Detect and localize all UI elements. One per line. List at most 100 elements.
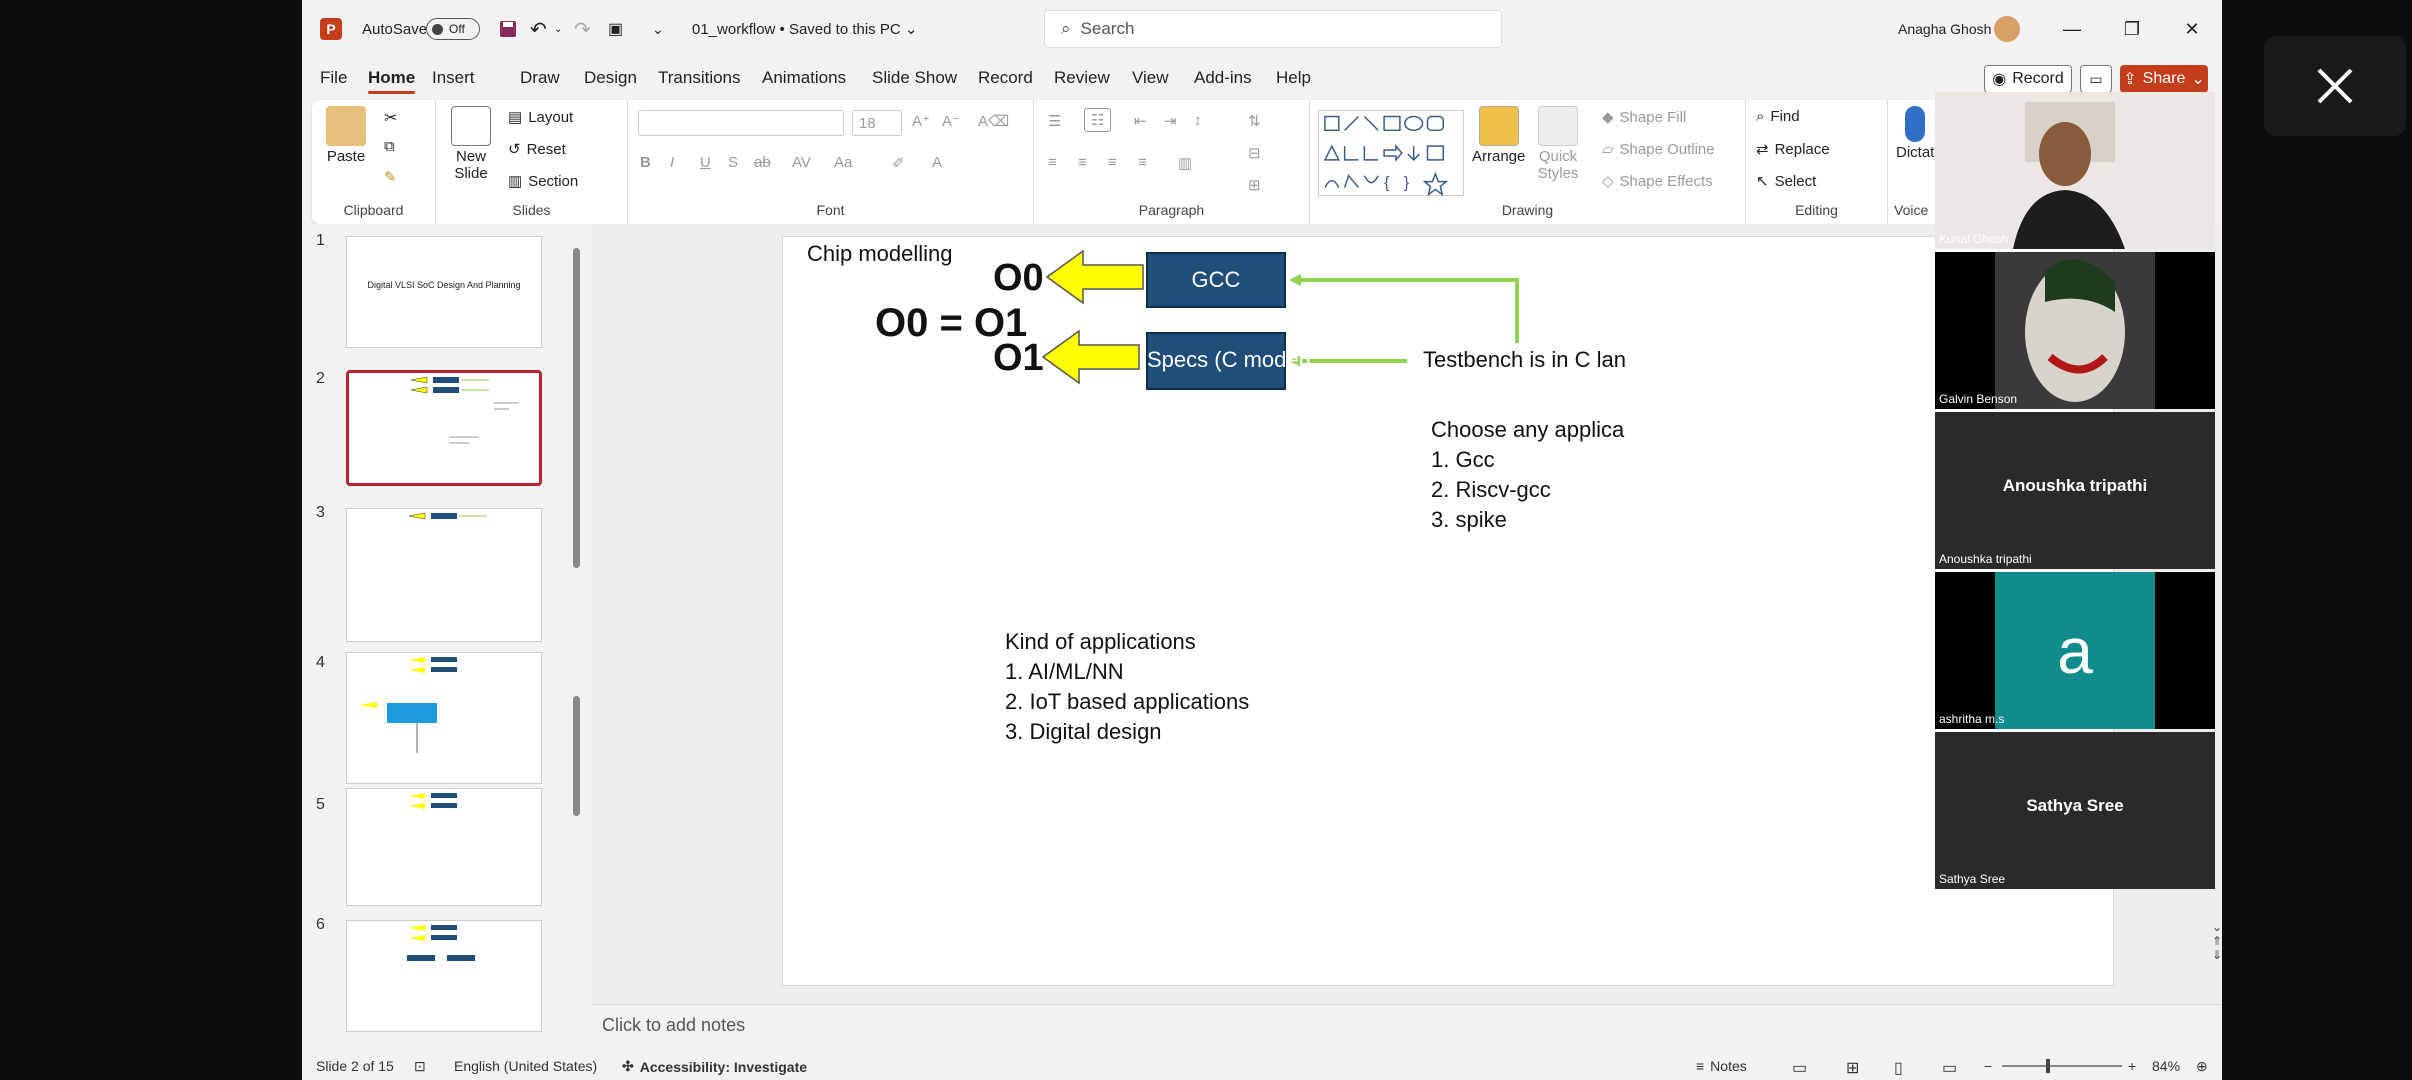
file-title[interactable]: 01_workflow • Saved to this PC ⌄ xyxy=(692,0,917,58)
reset-button[interactable]: ↺ Reset xyxy=(508,140,566,159)
text-direction-icon[interactable]: ⇅ xyxy=(1248,112,1261,130)
tab-view[interactable]: View xyxy=(1132,68,1169,88)
dictate-button[interactable]: Dictat xyxy=(1896,106,1934,161)
increase-indent-icon[interactable]: ⇥ xyxy=(1164,112,1177,130)
user-name[interactable]: Anagha Ghosh xyxy=(1898,0,1991,58)
shapes-gallery[interactable]: {} xyxy=(1318,110,1464,196)
tab-review[interactable]: Review xyxy=(1054,68,1110,88)
kind-item[interactable]: 2. IoT based applications xyxy=(1005,689,1249,715)
specs-box-label[interactable]: Specs (C model) xyxy=(1147,347,1311,373)
search-input[interactable]: ⌕ Search xyxy=(1044,10,1502,48)
tab-draw[interactable]: Draw xyxy=(520,68,560,88)
scroll-up-icon[interactable]: ⇑ xyxy=(2212,934,2226,948)
underline-icon[interactable]: U xyxy=(700,154,711,171)
font-size-field[interactable]: 18 xyxy=(852,110,902,136)
tab-add-ins[interactable]: Add-ins xyxy=(1194,68,1252,88)
zoom-slider-handle[interactable] xyxy=(2046,1059,2050,1073)
spelling-check-icon[interactable]: ⊡ xyxy=(414,1058,426,1075)
slideshow-view-icon[interactable]: ▭ xyxy=(1942,1058,1957,1078)
notes-pane[interactable]: Click to add notes xyxy=(592,1004,2222,1044)
clear-format-icon[interactable]: A⌫ xyxy=(978,112,1009,130)
customize-toolbar-icon[interactable]: ⌄ xyxy=(652,0,664,58)
smartart-icon[interactable]: ⊞ xyxy=(1248,176,1261,194)
new-slide-button[interactable]: New Slide xyxy=(448,106,494,182)
close-overlay-button[interactable] xyxy=(2264,36,2406,136)
columns-icon[interactable]: ▥ xyxy=(1178,154,1192,172)
line-spacing-icon[interactable]: ↕ xyxy=(1194,112,1202,129)
scrollbar-thumb[interactable] xyxy=(573,248,580,568)
comments-button[interactable]: ▭ xyxy=(2080,65,2112,93)
shrink-font-icon[interactable]: A⁻ xyxy=(942,112,960,130)
reading-view-icon[interactable]: ▯ xyxy=(1894,1058,1903,1078)
decrease-indent-icon[interactable]: ⇤ xyxy=(1134,112,1147,130)
kind-title[interactable]: Kind of applications xyxy=(1005,629,1196,655)
participant-tile[interactable]: Kunal Ghosh xyxy=(1935,92,2215,249)
undo-dropdown-icon[interactable]: ⌄ xyxy=(554,0,562,58)
testbench-text[interactable]: Testbench is in C lan xyxy=(1423,347,1626,373)
accessibility-checker[interactable]: ✣ Accessibility: Investigate xyxy=(622,1058,807,1075)
shape-effects-button[interactable]: ◇ Shape Effects xyxy=(1602,172,1713,191)
highlight-icon[interactable]: ✐ xyxy=(892,154,905,172)
minimize-button[interactable]: — xyxy=(2042,0,2102,58)
layout-button[interactable]: ▤ Layout xyxy=(508,108,573,127)
zoom-in-icon[interactable]: + xyxy=(2128,1058,2136,1074)
notes-placeholder[interactable]: Click to add notes xyxy=(602,1015,745,1036)
share-button[interactable]: ⇪ Share ⌄ xyxy=(2120,65,2208,93)
slide-thumbnail-1[interactable]: Digital VLSI SoC Design And Planning xyxy=(346,236,542,348)
o1-label[interactable]: O1 xyxy=(993,337,1044,380)
format-painter-icon[interactable]: ✎ xyxy=(384,168,397,186)
tab-insert[interactable]: Insert xyxy=(432,68,475,88)
participant-tile[interactable]: Anoushka tripathi Anoushka tripathi xyxy=(1935,412,2215,569)
zoom-slider[interactable] xyxy=(2002,1059,2122,1073)
participant-tile[interactable]: Sathya Sree Sathya Sree xyxy=(1935,732,2215,889)
strikethrough-icon[interactable]: ab xyxy=(754,154,771,171)
copy-icon[interactable]: ⧉ xyxy=(384,138,395,155)
section-button[interactable]: ▥ Section xyxy=(508,172,578,191)
chevron-down-icon[interactable]: ⌄ xyxy=(2212,920,2226,934)
grow-font-icon[interactable]: A⁺ xyxy=(912,112,930,130)
shadow-icon[interactable]: S xyxy=(728,154,738,171)
avatar[interactable] xyxy=(1994,16,2020,42)
quick-styles-button[interactable]: Quick Styles xyxy=(1532,106,1584,182)
bold-icon[interactable]: B xyxy=(640,154,651,171)
font-name-field[interactable] xyxy=(638,110,844,136)
numbering-icon[interactable]: ☷ xyxy=(1084,108,1112,132)
slide-thumbnail-2[interactable] xyxy=(346,370,542,486)
autosave-toggle[interactable]: Off xyxy=(426,18,480,40)
justify-icon[interactable]: ≡ xyxy=(1138,154,1147,171)
tab-transitions[interactable]: Transitions xyxy=(658,68,741,88)
choose-title[interactable]: Choose any applica xyxy=(1431,417,1624,443)
align-center-icon[interactable]: ≡ xyxy=(1078,154,1087,171)
save-icon[interactable] xyxy=(498,0,520,58)
slide-thumbnail-4[interactable] xyxy=(346,652,542,784)
align-left-icon[interactable]: ≡ xyxy=(1048,154,1057,171)
change-case-icon[interactable]: Aa xyxy=(834,154,852,171)
present-icon[interactable]: ▣ xyxy=(608,0,623,58)
fit-to-window-icon[interactable]: ⊕ xyxy=(2196,1058,2208,1075)
kind-item[interactable]: 1. AI/ML/NN xyxy=(1005,659,1124,685)
paste-button[interactable]: Paste xyxy=(326,106,366,165)
align-right-icon[interactable]: ≡ xyxy=(1108,154,1117,171)
tab-file[interactable]: File xyxy=(320,68,347,88)
shape-outline-button[interactable]: ▱ Shape Outline xyxy=(1602,140,1715,159)
cut-icon[interactable]: ✂ xyxy=(384,108,397,128)
tab-home[interactable]: Home xyxy=(368,68,416,94)
align-text-icon[interactable]: ⊟ xyxy=(1248,144,1261,162)
find-button[interactable]: ⌕ Find xyxy=(1756,108,1800,125)
choose-item[interactable]: 3. spike xyxy=(1431,507,1507,533)
kind-item[interactable]: 3. Digital design xyxy=(1005,719,1162,745)
slide-canvas[interactable]: Chip modelling O0 = O1 O0 O1 GCC Specs (… xyxy=(782,236,2114,986)
panel-scroll-controls[interactable]: ⌄ ⇑ ⇓ xyxy=(2212,920,2226,980)
char-spacing-icon[interactable]: AV xyxy=(792,154,811,171)
italic-icon[interactable]: I xyxy=(670,154,674,171)
tab-animations[interactable]: Animations xyxy=(762,68,846,88)
zoom-level[interactable]: 84% xyxy=(2152,1058,2180,1074)
tab-slide-show[interactable]: Slide Show xyxy=(872,68,957,88)
slide-thumbnail-6[interactable] xyxy=(346,920,542,1032)
restore-button[interactable]: ❐ xyxy=(2102,0,2162,58)
redo-icon[interactable]: ↷ xyxy=(574,0,591,58)
slide-sorter-icon[interactable]: ⊞ xyxy=(1846,1058,1859,1078)
select-button[interactable]: ↖ Select xyxy=(1756,172,1816,191)
tab-design[interactable]: Design xyxy=(584,68,637,88)
record-button[interactable]: ◉ Record xyxy=(1984,65,2072,93)
